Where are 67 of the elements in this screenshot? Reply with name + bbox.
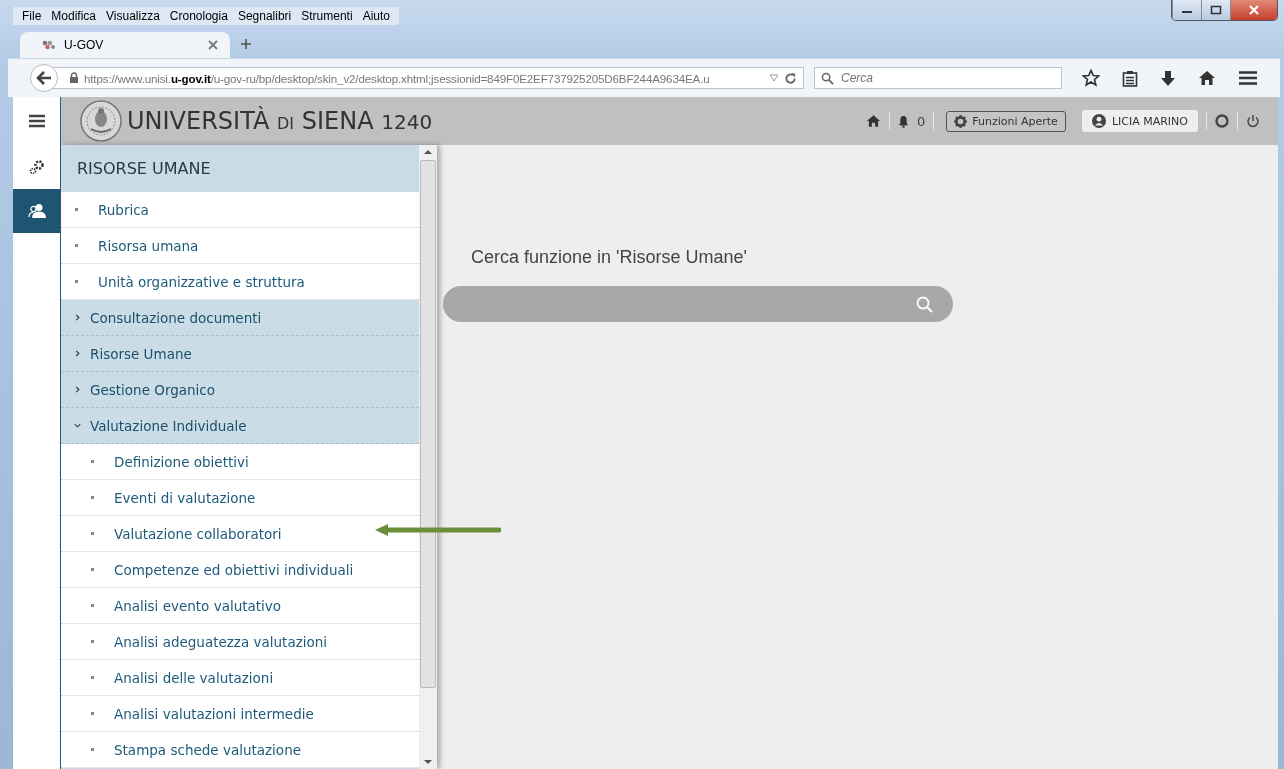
menu-bar-item[interactable]: Aiuto xyxy=(357,8,395,24)
bullet-icon xyxy=(91,568,94,571)
address-bar[interactable]: https://www.unisi.u-gov.it/u-gov-ru/bp/desktop/skin_v2/desktop.xhtml;jsessionid=849F0E2EF737925205D6BF244A9634EA.u xyxy=(52,67,804,89)
bell-icon[interactable] xyxy=(897,114,909,128)
maximize-icon xyxy=(1210,5,1222,15)
menu-group[interactable]: Consultazione documenti xyxy=(61,300,419,336)
user-button[interactable]: LICIA MARINO xyxy=(1081,110,1198,132)
new-tab-icon[interactable] xyxy=(240,38,252,50)
download-icon[interactable] xyxy=(1160,69,1176,87)
tab-favicon-icon xyxy=(40,39,56,51)
search-field[interactable]: Cerca xyxy=(814,67,1062,89)
home-icon[interactable] xyxy=(865,114,881,128)
bullet-icon xyxy=(91,532,94,535)
menu-icon[interactable] xyxy=(1238,70,1258,86)
bullet-icon xyxy=(75,244,78,247)
bullet-icon xyxy=(91,604,94,607)
menu-bar-item[interactable]: Visualizza xyxy=(101,8,165,24)
scroll-up-icon[interactable] xyxy=(424,149,432,155)
home-icon[interactable] xyxy=(1198,70,1216,86)
menu-bar-item[interactable]: File xyxy=(17,8,47,24)
bullet-icon xyxy=(91,712,94,715)
scroll-down-icon[interactable] xyxy=(424,759,432,765)
close-tab-icon[interactable] xyxy=(208,40,218,50)
menu-icon xyxy=(27,114,46,128)
back-arrow-icon xyxy=(36,71,52,85)
bullet-icon xyxy=(91,676,94,679)
function-search-field[interactable] xyxy=(443,286,953,322)
search-title: Cerca funzione in 'Risorse Umane' xyxy=(471,247,748,268)
menu-bar-item[interactable]: Strumenti xyxy=(296,8,358,24)
bullet-icon xyxy=(91,496,94,499)
search-icon xyxy=(821,72,834,85)
minimize-button[interactable] xyxy=(1172,0,1201,20)
notification-count: 0 xyxy=(916,113,926,129)
bullet-icon xyxy=(75,280,78,283)
menu-title: RISORSE UMANE xyxy=(61,145,419,192)
close-icon xyxy=(1248,5,1260,15)
university-name: UNIVERSITÀ DI SIENA 1240 xyxy=(127,107,433,135)
lock-icon xyxy=(69,72,79,84)
menu-bar-item[interactable]: Cronologia xyxy=(164,8,233,24)
gear-icon xyxy=(954,114,968,128)
menu-group[interactable]: Gestione Organico xyxy=(61,372,419,408)
browser-tab[interactable]: U-GOV xyxy=(20,32,230,58)
maximize-button[interactable] xyxy=(1201,0,1230,20)
bullet-icon xyxy=(91,460,94,463)
close-button[interactable] xyxy=(1230,0,1277,20)
star-icon[interactable] xyxy=(1082,69,1100,87)
menu-button[interactable] xyxy=(13,97,61,145)
power-icon[interactable] xyxy=(1246,114,1260,128)
back-button[interactable] xyxy=(30,64,58,92)
search-icon xyxy=(916,295,933,313)
people-icon xyxy=(27,203,46,219)
clipboard-icon[interactable] xyxy=(1122,69,1138,87)
menu-group[interactable]: Risorse Umane xyxy=(61,336,419,372)
user-icon xyxy=(1091,114,1106,128)
reload-icon[interactable] xyxy=(784,71,797,85)
people-tab[interactable] xyxy=(13,189,60,233)
gears-icon xyxy=(27,158,46,176)
university-seal-icon xyxy=(79,99,123,143)
menu-bar-item[interactable]: Segnalibri xyxy=(232,8,297,24)
menu-group[interactable]: Valutazione Individuale xyxy=(61,408,419,444)
bullet-icon xyxy=(75,208,78,211)
open-functions-button[interactable]: Funzioni Aperte xyxy=(946,110,1066,132)
scrollbar[interactable] xyxy=(419,145,437,769)
menu-bar-item[interactable]: Modifica xyxy=(46,8,102,24)
bullet-icon xyxy=(91,640,94,643)
bullet-icon xyxy=(91,748,94,751)
scrollbar-thumb[interactable] xyxy=(420,160,436,688)
